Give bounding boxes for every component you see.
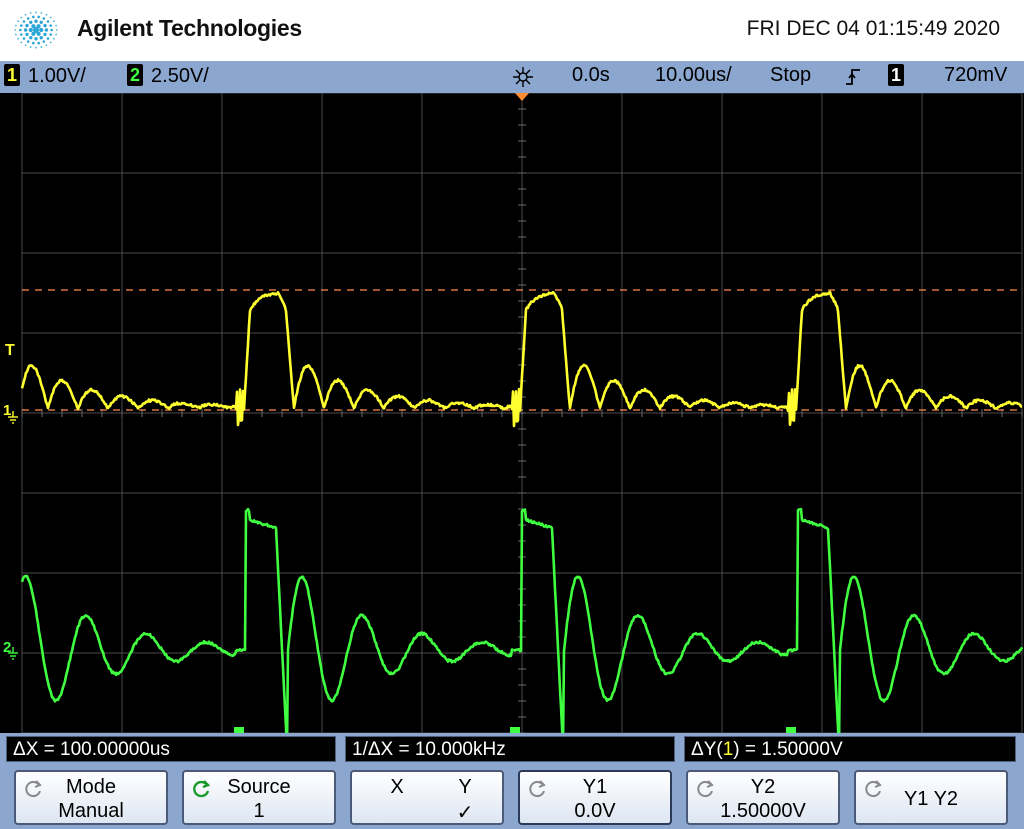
y1-softkey[interactable]: Y1 0.0V <box>518 770 672 825</box>
ch2-scale: 2.50V/ <box>151 65 209 87</box>
timebase-readout[interactable]: 10.00us/ <box>655 64 732 87</box>
waveform-display[interactable]: T 1 2 <box>0 93 1024 733</box>
trigger-source-badge: 1 <box>888 64 904 86</box>
xy-softkey[interactable]: X Y ✓ <box>350 770 504 825</box>
mode-label: Mode <box>16 776 166 799</box>
delta-y-prefix: ΔY( <box>691 739 723 760</box>
y2-label: Y2 <box>688 776 838 799</box>
y1-y2-softkey[interactable]: Y1 Y2 <box>854 770 1008 825</box>
ch1-scale: 1.00V/ <box>28 65 86 87</box>
source-value: 1 <box>184 800 334 823</box>
rising-edge-trigger-icon <box>844 66 862 88</box>
checkmark-icon: ✓ <box>428 800 502 825</box>
run-state[interactable]: Stop <box>770 64 811 87</box>
ch1-badge: 1 <box>4 64 20 86</box>
agilent-logo-icon <box>8 6 64 54</box>
mode-softkey[interactable]: Mode Manual <box>14 770 168 825</box>
title-bar: Agilent Technologies FRI DEC 04 01:15:49… <box>0 0 1024 61</box>
inverse-delta-x-readout: 1/ΔX = 10.000kHz <box>345 736 675 762</box>
y2-softkey[interactable]: Y2 1.50000V <box>686 770 840 825</box>
acquisition-icon <box>511 65 535 89</box>
delta-x-readout: ΔX = 100.00000us <box>6 736 336 762</box>
trigger-source-readout[interactable]: 1 <box>888 64 912 88</box>
ch2-badge: 2 <box>127 64 143 86</box>
brand-name: Agilent Technologies <box>77 15 302 42</box>
delay-readout[interactable]: 0.0s <box>572 64 610 87</box>
trigger-level-marker[interactable]: T <box>5 342 15 359</box>
trigger-level[interactable]: 720mV <box>944 64 1007 87</box>
y1-label: Y1 <box>520 776 670 799</box>
ch2-scale-readout[interactable]: 2 2.50V/ <box>127 64 209 88</box>
mode-value: Manual <box>16 800 166 823</box>
delta-y-channel: 1 <box>723 739 734 760</box>
softkey-bar: Mode Manual Source 1 X Y ✓ Y1 0.0V Y2 1.… <box>0 766 1024 829</box>
ch1-scale-readout[interactable]: 1 1.00V/ <box>4 64 86 88</box>
delta-y-readout: ΔY(1) = 1.50000V <box>684 736 1016 762</box>
y1-value: 0.0V <box>520 800 670 823</box>
cursor-readout-bar: ΔX = 100.00000us 1/ΔX = 10.000kHz ΔY(1) … <box>0 733 1024 766</box>
y1-y2-label: Y1 Y2 <box>856 788 1006 811</box>
delta-y-value: ) = 1.50000V <box>733 739 842 760</box>
status-bar: 1 1.00V/ 2 2.50V/ 0.0s 10.00us/ Stop 1 720… <box>0 61 1024 93</box>
y-label: Y <box>428 776 502 799</box>
trigger-position-marker[interactable] <box>515 93 529 101</box>
y2-value: 1.50000V <box>688 800 838 823</box>
datetime: FRI DEC 04 01:15:49 2020 <box>747 17 1000 41</box>
